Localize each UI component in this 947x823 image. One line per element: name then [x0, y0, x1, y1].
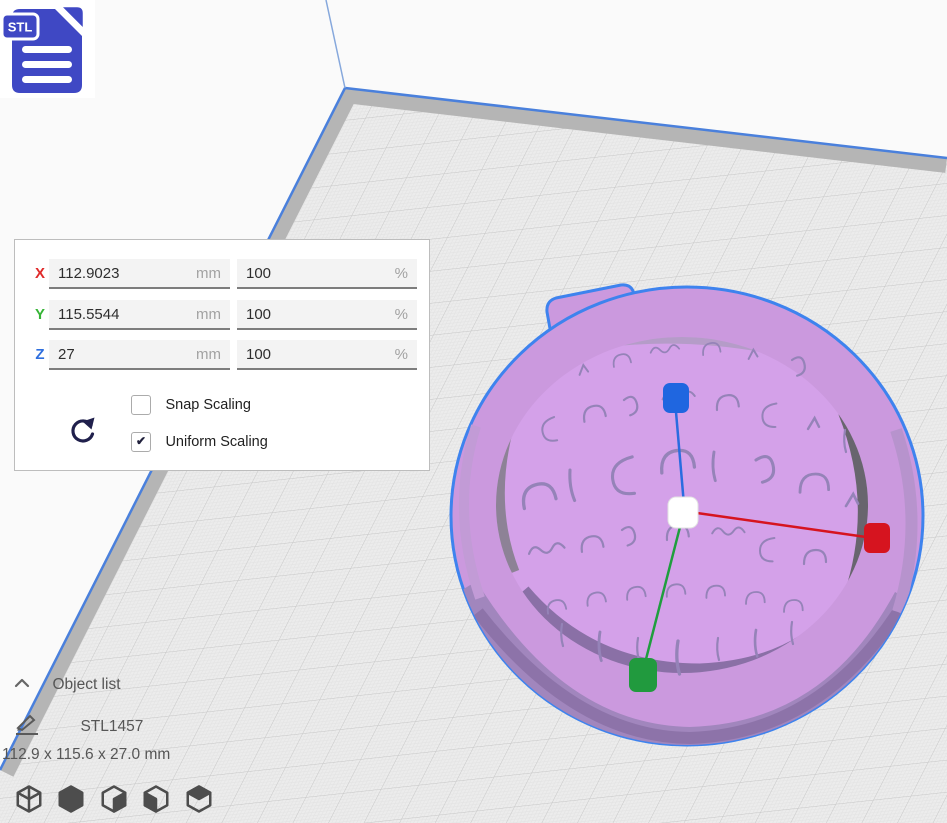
scale-tool-panel: X mm % Y mm % Z mm %	[14, 239, 430, 471]
uniform-scaling-row: ✔ Uniform Scaling	[131, 432, 268, 452]
scale-row-x: X mm %	[15, 259, 429, 289]
axis-z-label: Z	[32, 346, 48, 363]
reset-rotate-ccw-icon[interactable]	[68, 415, 98, 447]
stl-badge-label: STL	[8, 20, 33, 35]
scale-y-mm-unit: mm	[196, 306, 221, 323]
model-stl1457[interactable]	[451, 285, 923, 745]
cube-left-face-icon[interactable]	[141, 784, 171, 814]
cube-top-face-icon[interactable]	[184, 784, 214, 814]
object-list-title: Object list	[52, 676, 120, 694]
snap-scaling-row: Snap Scaling	[131, 395, 251, 415]
edit-pencil-icon[interactable]	[14, 712, 40, 741]
axis-y-label: Y	[32, 306, 48, 323]
scale-x-mm-unit: mm	[196, 265, 221, 282]
scale-x-handle-red[interactable]	[864, 523, 890, 553]
scale-z-percent-input[interactable]	[237, 340, 417, 368]
axis-x-label: X	[32, 265, 48, 282]
object-item-name: STL1457	[80, 718, 143, 736]
scale-x-percent-input[interactable]	[237, 259, 417, 287]
scale-z-percent-unit: %	[395, 346, 408, 363]
scale-z-handle-blue[interactable]	[663, 383, 689, 413]
snap-scaling-label: Snap Scaling	[165, 397, 250, 413]
scale-y-percent-unit: %	[395, 306, 408, 323]
scale-row-z: Z mm %	[15, 340, 429, 370]
uniform-scaling-checkbox[interactable]: ✔	[131, 432, 151, 452]
wireframe-cube-icon[interactable]	[14, 784, 44, 814]
scale-y-handle-green[interactable]	[629, 658, 657, 692]
object-list-header[interactable]: Object list	[14, 676, 121, 694]
object-dimensions-text: 112.9 x 115.6 x 27.0 mm	[2, 746, 170, 764]
view-mode-toolbar	[14, 784, 222, 816]
stl-file-icon: STL	[0, 0, 95, 98]
object-list-item[interactable]: STL1457	[14, 712, 143, 741]
chevron-up-icon[interactable]	[14, 676, 30, 694]
scale-z-mm-unit: mm	[196, 346, 221, 363]
uniform-scaling-label: Uniform Scaling	[165, 434, 267, 450]
scale-uniform-handle-white[interactable]	[668, 497, 698, 528]
scale-x-percent-unit: %	[395, 265, 408, 282]
snap-scaling-checkbox[interactable]	[131, 395, 151, 415]
cube-right-face-icon[interactable]	[99, 784, 129, 814]
solid-cube-icon[interactable]	[56, 784, 86, 814]
scale-y-percent-input[interactable]	[237, 300, 417, 328]
scale-row-y: Y mm %	[15, 300, 429, 330]
